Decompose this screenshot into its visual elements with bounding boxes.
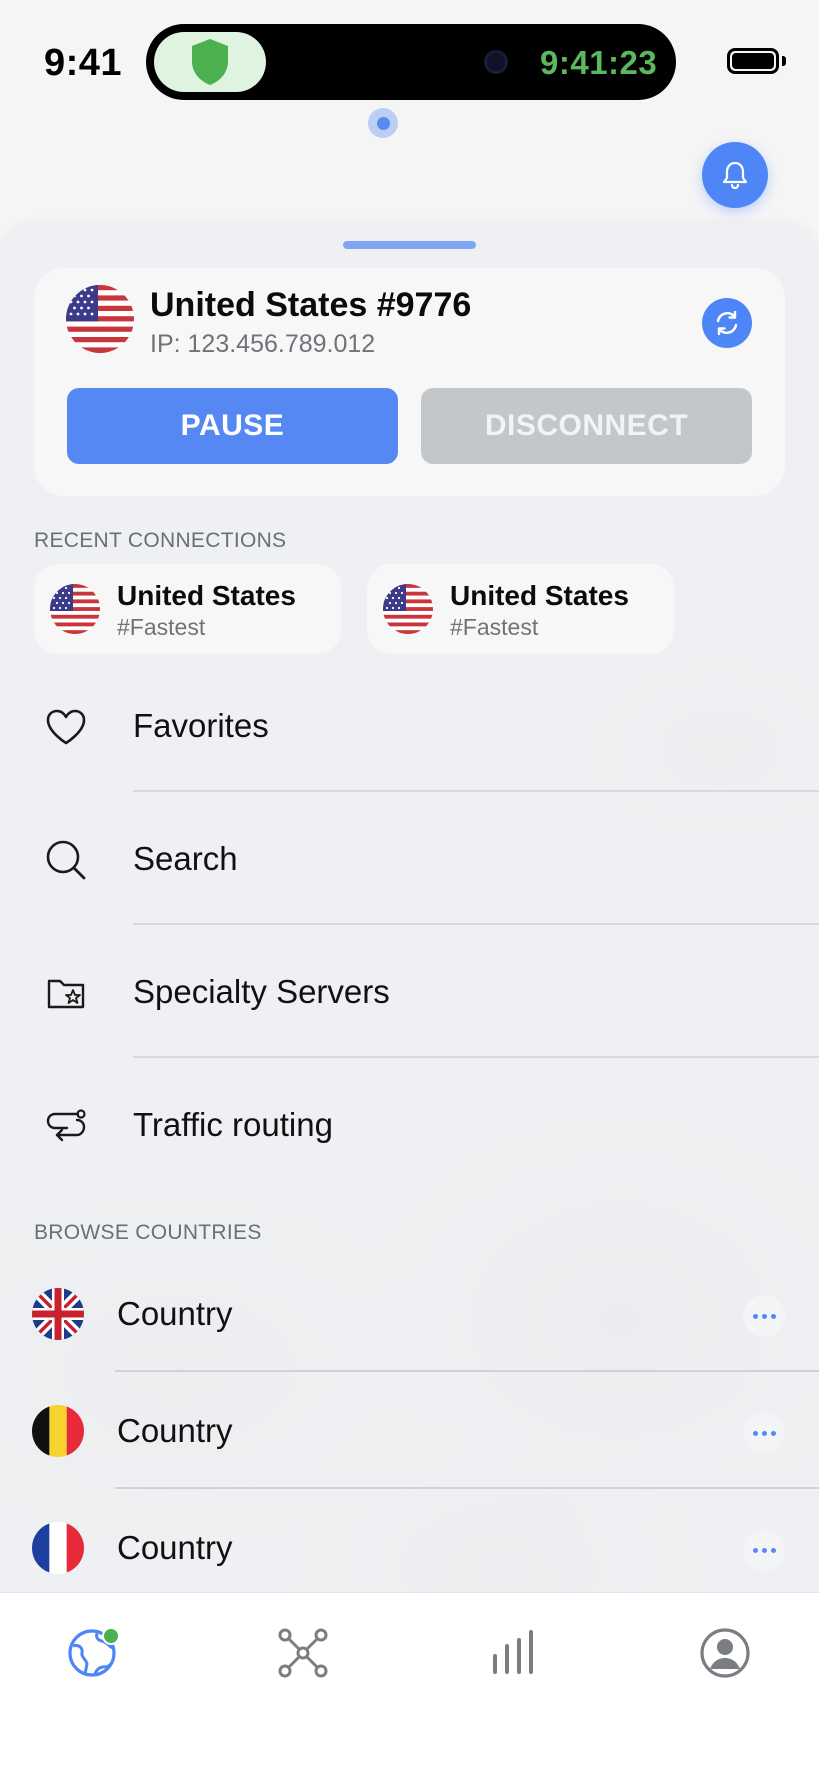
ip-address: IP: 123.456.789.012 <box>150 330 376 358</box>
menu-item-specialty-servers[interactable]: Specialty Servers <box>0 925 819 1058</box>
recent-server-tag: #Fastest <box>117 614 206 640</box>
recent-connection-chip[interactable]: United States #Fastest <box>34 564 341 654</box>
change-server-button[interactable] <box>702 298 752 348</box>
vpn-status-pill <box>154 32 266 92</box>
folder-star-icon <box>44 971 88 1015</box>
belgium-flag-icon <box>32 1405 84 1457</box>
search-icon <box>44 838 88 882</box>
menu-item-traffic-routing[interactable]: Traffic routing <box>0 1058 819 1191</box>
us-flag-icon <box>50 584 100 634</box>
uk-flag-icon <box>32 1288 84 1340</box>
menu-item-favorites[interactable]: Favorites <box>0 659 819 792</box>
connected-badge <box>102 1627 120 1645</box>
server-name: United States #9776 <box>150 286 472 324</box>
more-options-button[interactable] <box>743 1412 785 1454</box>
country-row-belgium[interactable]: Country <box>0 1372 819 1489</box>
pause-button[interactable]: PAUSE <box>67 388 398 464</box>
recent-country: United States <box>450 580 629 611</box>
menu-item-label: Specialty Servers <box>133 973 390 1010</box>
tab-network[interactable] <box>273 1623 333 1683</box>
tab-stats[interactable] <box>484 1623 544 1683</box>
us-flag-icon <box>66 285 134 353</box>
country-name: Country <box>117 1295 233 1332</box>
menu-item-label: Search <box>133 840 238 877</box>
dynamic-island[interactable]: 9:41:23 <box>146 24 676 100</box>
location-dot-icon <box>368 108 398 138</box>
country-row-uk[interactable]: Country <box>0 1255 819 1372</box>
tab-profile[interactable] <box>695 1623 755 1683</box>
france-flag-icon <box>32 1522 84 1574</box>
recent-connections-label: RECENT CONNECTIONS <box>34 529 287 552</box>
connection-timer: 9:41:23 <box>540 44 658 81</box>
network-icon <box>278 1628 328 1678</box>
recent-server-tag: #Fastest <box>450 614 539 640</box>
more-options-button[interactable] <box>743 1295 785 1337</box>
sheet-grabber[interactable] <box>343 241 476 249</box>
heart-icon <box>44 705 88 749</box>
recent-country: United States <box>117 580 296 611</box>
menu-item-label: Favorites <box>133 707 269 744</box>
browse-countries-label: BROWSE COUNTRIES <box>34 1221 262 1244</box>
notifications-button[interactable] <box>702 142 768 208</box>
bell-icon <box>722 161 748 189</box>
disconnect-button[interactable]: DISCONNECT <box>421 388 752 464</box>
menu-item-search[interactable]: Search <box>0 792 819 925</box>
refresh-icon <box>716 310 738 336</box>
country-name: Country <box>117 1529 233 1566</box>
tab-bar <box>0 1592 819 1775</box>
camera-dot <box>484 50 508 74</box>
route-icon <box>44 1104 88 1148</box>
country-name: Country <box>117 1412 233 1449</box>
bar-chart-icon <box>493 1630 533 1674</box>
profile-icon <box>700 1628 750 1678</box>
recent-connection-chip[interactable]: United States #Fastest <box>367 564 674 654</box>
battery-icon <box>727 48 779 74</box>
status-bar: 9:41 9:41:23 <box>0 0 819 110</box>
battery-tip <box>782 56 786 66</box>
servers-sheet: United States #9776 IP: 123.456.789.012 … <box>0 224 819 1594</box>
current-connection-card: United States #9776 IP: 123.456.789.012 … <box>34 268 785 496</box>
status-clock: 9:41 <box>44 42 123 84</box>
more-options-button[interactable] <box>743 1529 785 1571</box>
us-flag-icon <box>383 584 433 634</box>
country-row-france[interactable]: Country <box>0 1489 819 1606</box>
shield-icon <box>192 39 228 85</box>
menu-item-label: Traffic routing <box>133 1106 333 1143</box>
